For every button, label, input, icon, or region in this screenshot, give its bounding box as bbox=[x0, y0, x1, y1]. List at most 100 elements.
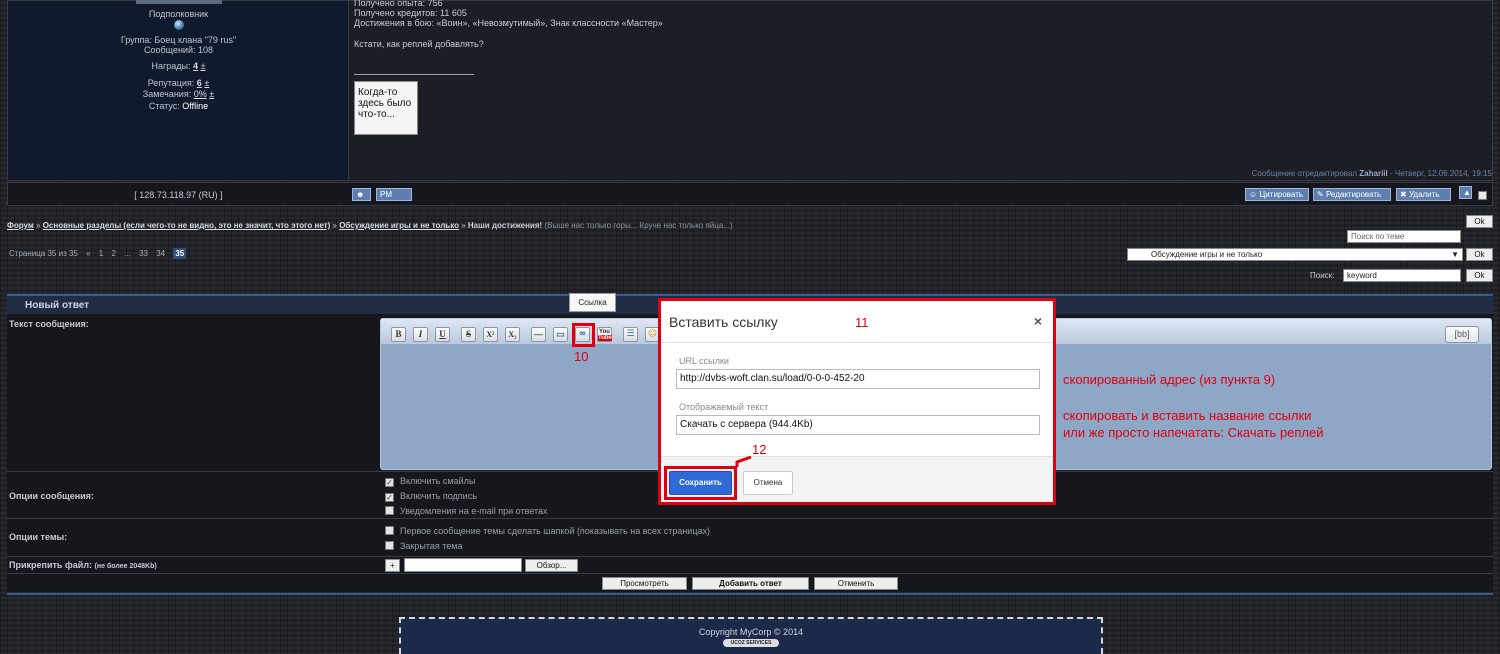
scroll-top-icon[interactable]: ▲ bbox=[1459, 186, 1472, 199]
pager-prev[interactable]: « bbox=[86, 249, 90, 258]
copyright-text: Copyright MyCorp © 2014 bbox=[698, 627, 804, 637]
link-button-highlight bbox=[572, 323, 595, 347]
user-awards: Награды: 4 ± bbox=[151, 61, 206, 71]
user-status: Статус: Offline bbox=[148, 101, 209, 111]
awards-plus-minus[interactable]: ± bbox=[201, 61, 206, 71]
topic-description: (Выше нас только горы... Круче нас тольк… bbox=[544, 221, 733, 230]
footer-divider bbox=[7, 593, 1493, 595]
edit-button[interactable]: ✎ Редактировать bbox=[1313, 188, 1391, 201]
user-messages: Сообщений: 108 bbox=[143, 45, 214, 55]
list-button[interactable]: ☰ bbox=[623, 327, 638, 342]
search-ok-button[interactable]: Ok bbox=[1466, 269, 1493, 282]
breadcrumb-section[interactable]: Основные разделы (если чего-то не видно,… bbox=[43, 221, 331, 230]
opt-closed[interactable]: Закрытая тема bbox=[385, 541, 462, 551]
subscript-button[interactable]: X₂ bbox=[505, 327, 520, 342]
signature-divider bbox=[354, 74, 474, 75]
user-avatar bbox=[136, 0, 222, 4]
warnings-link[interactable]: 0% bbox=[194, 89, 207, 99]
opt-email[interactable]: Уведомления на e-mail при ответах bbox=[385, 506, 548, 516]
insert-link-dialog: Вставить ссылку 11 × URL ссылки http://d… bbox=[658, 298, 1056, 505]
pager-page-33[interactable]: 33 bbox=[139, 249, 148, 258]
awards-link[interactable]: 4 bbox=[193, 61, 198, 71]
breadcrumb-subforum[interactable]: Обсуждение игры и не только bbox=[339, 221, 459, 230]
cancel-reply-button[interactable]: Отменить bbox=[814, 577, 898, 590]
underline-button[interactable]: U bbox=[435, 327, 450, 342]
image-button[interactable]: ▭ bbox=[553, 327, 568, 342]
breadcrumb-forum[interactable]: Форум bbox=[7, 221, 34, 230]
topic-search-ok-button[interactable]: Ok bbox=[1466, 215, 1493, 228]
attach-file-input[interactable] bbox=[404, 558, 522, 572]
reputation-plus-minus[interactable]: ± bbox=[204, 78, 209, 88]
smiles-checkbox[interactable]: ✓ bbox=[385, 478, 394, 487]
annotation-paste-name: скопировать и вставить название ссылки bbox=[1063, 408, 1312, 423]
user-reputation: Репутация: 6 ± bbox=[147, 78, 210, 88]
browse-button[interactable]: Обзор... bbox=[525, 559, 578, 572]
signature-checkbox[interactable]: ✓ bbox=[385, 493, 394, 502]
post-user-info: Подполковник Группа: Боец клана "79 rus"… bbox=[8, 0, 349, 180]
warnings-plus-minus[interactable]: ± bbox=[209, 89, 214, 99]
search-input[interactable]: keyword bbox=[1343, 269, 1461, 282]
pager-current-page: 35 bbox=[173, 248, 187, 259]
post-line-question: Кстати, как реплей добавлять? bbox=[354, 39, 484, 49]
pin-first-checkbox[interactable] bbox=[385, 526, 394, 535]
post-line-achievements: Достижения в бою: «Воин», «Невозмутимый»… bbox=[354, 18, 663, 28]
user-warnings: Замечания: 0% ± bbox=[142, 89, 215, 99]
preview-button[interactable]: Просмотреть bbox=[602, 577, 687, 590]
attach-row: Прикрепить файл: (не более 2048Kb) bbox=[7, 557, 1493, 574]
attach-label: Прикрепить файл: (не более 2048Kb) bbox=[9, 560, 157, 570]
step-10-label: 10 bbox=[574, 349, 589, 364]
rank-gem-icon bbox=[174, 20, 184, 30]
forum-post: Подполковник Группа: Боец клана "79 rus"… bbox=[7, 0, 1493, 181]
annotation-copied-address: скопированный адрес (из пункта 9) bbox=[1063, 372, 1276, 387]
chevron-down-icon: ▼ bbox=[1451, 250, 1459, 259]
link-tooltip: Ссылка bbox=[569, 293, 616, 312]
attach-add-button[interactable]: + bbox=[385, 559, 400, 572]
signature-image: Когда-то здесь было что-то... bbox=[354, 81, 418, 135]
topic-options-label: Опции темы: bbox=[9, 532, 68, 542]
post-select-checkbox[interactable] bbox=[1478, 191, 1487, 200]
bold-button[interactable]: B bbox=[391, 327, 406, 342]
search-label: Поиск: bbox=[1310, 271, 1335, 280]
forum-jump-ok-button[interactable]: Ok bbox=[1466, 248, 1493, 261]
pager-label: Страница 35 из 35 bbox=[9, 249, 78, 258]
post-body: Получено опыта: 756 Получено кредитов: 1… bbox=[354, 0, 1494, 180]
quote-button[interactable]: ☺ Цитировать bbox=[1245, 188, 1309, 201]
pager: Страница 35 из 35 « 1 2 ... 33 34 35 bbox=[9, 248, 192, 259]
bb-mode-button[interactable]: [bb] bbox=[1445, 326, 1479, 343]
user-rank: Подполковник bbox=[148, 9, 209, 19]
editor-username[interactable]: Zahariil bbox=[1359, 169, 1387, 178]
pm-button[interactable]: PM bbox=[376, 188, 412, 201]
italic-button[interactable]: I bbox=[413, 327, 428, 342]
youtube-button[interactable]: You Tube bbox=[597, 327, 612, 342]
opt-smiles[interactable]: ✓ Включить смайлы bbox=[385, 476, 475, 487]
post-line-exp: Получено опыта: 756 bbox=[354, 0, 443, 8]
horizontal-rule-button[interactable]: — bbox=[531, 327, 546, 342]
edited-note: Сообщение отредактировал Zahariil - Четв… bbox=[1251, 169, 1492, 178]
reputation-link[interactable]: 6 bbox=[197, 78, 202, 88]
breadcrumb-topic: Наши достижения! bbox=[467, 221, 543, 230]
pager-page-2[interactable]: 2 bbox=[111, 249, 115, 258]
pager-dots: ... bbox=[124, 249, 131, 258]
post-footer: [ 128.73.118.97 (RU) ] ☻ PM ☺ Цитировать… bbox=[7, 182, 1493, 206]
message-options-label: Опции сообщения: bbox=[9, 491, 94, 501]
ucoz-logo[interactable]: UCOZ SERVICES bbox=[723, 639, 779, 647]
email-checkbox[interactable] bbox=[385, 506, 394, 515]
superscript-button[interactable]: X² bbox=[483, 327, 498, 342]
closed-topic-checkbox[interactable] bbox=[385, 541, 394, 550]
profile-icon[interactable]: ☻ bbox=[352, 188, 371, 201]
post-line-credits: Получено кредитов: 11 605 bbox=[354, 8, 467, 18]
add-reply-button[interactable]: Добавить ответ bbox=[692, 577, 809, 590]
forum-jump-select[interactable]: Обсуждение игры и не только ▼ bbox=[1127, 248, 1463, 261]
step-12-pointer bbox=[735, 455, 752, 467]
delete-button[interactable]: ✖ Удалить bbox=[1396, 188, 1451, 201]
pager-page-34[interactable]: 34 bbox=[156, 249, 165, 258]
opt-signature[interactable]: ✓ Включить подпись bbox=[385, 491, 477, 502]
topic-search-input[interactable]: Поиск по теме bbox=[1347, 230, 1461, 243]
pager-page-1[interactable]: 1 bbox=[99, 249, 103, 258]
user-group: Группа: Боец клана "79 rus" bbox=[120, 35, 237, 45]
message-label: Текст сообщения: bbox=[9, 319, 89, 329]
opt-pin-first[interactable]: Первое сообщение темы сделать шапкой (по… bbox=[385, 526, 710, 536]
strike-button[interactable]: S bbox=[461, 327, 476, 342]
topic-options-row: Опции темы: bbox=[7, 519, 1493, 557]
annotation-or-type: или же просто напечатать: Скачать реплей bbox=[1063, 425, 1324, 440]
